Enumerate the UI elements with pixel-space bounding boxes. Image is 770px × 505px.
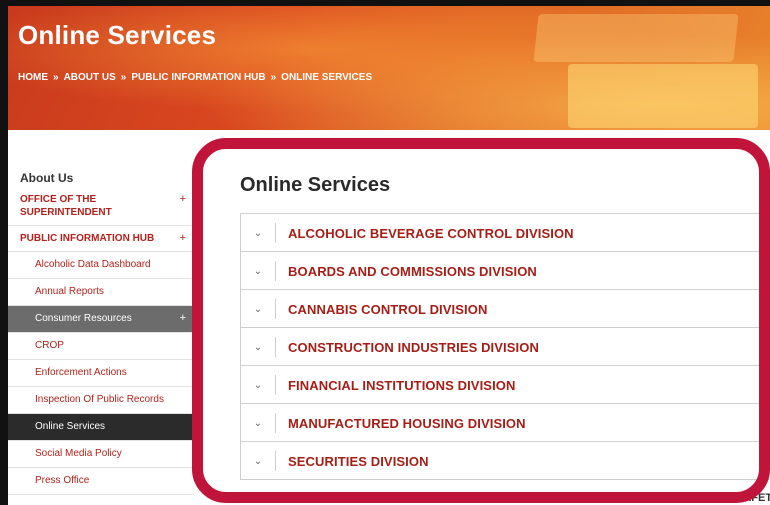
- chevron-down-icon[interactable]: ⌄: [241, 451, 276, 471]
- accordion-item-financial-institutions[interactable]: ⌄ FINANCIAL INSTITUTIONS DIVISION: [240, 366, 770, 404]
- sidebar-item-enforcement-actions[interactable]: Enforcement Actions: [8, 360, 194, 387]
- hero-decoration: [533, 14, 739, 62]
- division-accordion: ⌄ ALCOHOLIC BEVERAGE CONTROL DIVISION ⌄ …: [240, 213, 770, 480]
- breadcrumb-about-us[interactable]: ABOUT US: [64, 72, 116, 83]
- sidebar: About Us OFFICE OF THE SUPERINTENDENT + …: [8, 168, 194, 495]
- chevron-down-icon[interactable]: ⌄: [241, 375, 276, 395]
- sidebar-heading: About Us: [20, 171, 74, 185]
- accordion-item-label[interactable]: CONSTRUCTION INDUSTRIES DIVISION: [288, 340, 539, 355]
- page: Online Services HOME » ABOUT US » PUBLIC INF…: [8, 6, 770, 505]
- chevron-down-icon[interactable]: ⌄: [241, 337, 276, 357]
- hero-banner: Online Services HOME » ABOUT US » PUBLIC INF…: [8, 6, 770, 130]
- sidebar-item-public-information-hub[interactable]: PUBLIC INFORMATION HUB +: [8, 226, 194, 252]
- sidebar-item-annual-reports[interactable]: Annual Reports: [8, 279, 194, 306]
- sidebar-item-label: PUBLIC INFORMATION HUB: [20, 233, 155, 244]
- sidebar-item-alcoholic-data-dashboard[interactable]: Alcoholic Data Dashboard: [8, 252, 194, 279]
- accordion-item-manufactured-housing[interactable]: ⌄ MANUFACTURED HOUSING DIVISION: [240, 404, 770, 442]
- sidebar-item-crop[interactable]: CROP: [8, 333, 194, 360]
- chevron-down-icon[interactable]: ⌄: [241, 299, 276, 319]
- sidebar-item-office-of-the-superintendent[interactable]: OFFICE OF THE SUPERINTENDENT +: [8, 187, 194, 226]
- sidebar-item-label: OFFICE OF THE SUPERINTENDENT: [20, 194, 112, 218]
- expand-plus-icon[interactable]: +: [180, 193, 186, 206]
- hero-decoration: [568, 64, 758, 128]
- sidebar-item-label: Consumer Resources: [35, 313, 132, 324]
- accordion-item-construction-industries[interactable]: ⌄ CONSTRUCTION INDUSTRIES DIVISION: [240, 328, 770, 366]
- accordion-item-label[interactable]: SECURITIES DIVISION: [288, 454, 429, 469]
- breadcrumb-separator: »: [120, 72, 127, 83]
- breadcrumb-separator: »: [53, 72, 59, 83]
- screenshot-frame: Online Services HOME » ABOUT US » PUBLIC INF…: [0, 0, 770, 505]
- page-title: Online Services: [18, 20, 217, 50]
- accordion-item-securities[interactable]: ⌄ SECURITIES DIVISION: [240, 442, 770, 480]
- accordion-item-label[interactable]: ALCOHOLIC BEVERAGE CONTROL DIVISION: [288, 226, 574, 241]
- breadcrumb-public-information-hub[interactable]: PUBLIC INFORMATION HUB: [131, 72, 265, 83]
- sidebar-item-inspection-of-public-records[interactable]: Inspection Of Public Records: [8, 387, 194, 414]
- sidebar-item-online-services[interactable]: Online Services: [8, 414, 194, 441]
- accordion-item-boards-and-commissions[interactable]: ⌄ BOARDS AND COMMISSIONS DIVISION: [240, 252, 770, 290]
- accordion-item-label[interactable]: FINANCIAL INSTITUTIONS DIVISION: [288, 378, 515, 393]
- partial-heading: SAFET: [736, 492, 770, 504]
- chevron-down-icon[interactable]: ⌄: [241, 223, 276, 243]
- expand-plus-icon[interactable]: +: [180, 232, 186, 245]
- accordion-item-cannabis-control[interactable]: ⌄ CANNABIS CONTROL DIVISION: [240, 290, 770, 328]
- accordion-item-label[interactable]: MANUFACTURED HOUSING DIVISION: [288, 416, 526, 431]
- breadcrumb-online-services: ONLINE SERVICES: [281, 72, 373, 83]
- breadcrumb-separator: »: [270, 72, 277, 83]
- accordion-item-label[interactable]: CANNABIS CONTROL DIVISION: [288, 302, 487, 317]
- accordion-item-alcoholic-beverage-control[interactable]: ⌄ ALCOHOLIC BEVERAGE CONTROL DIVISION: [240, 214, 770, 252]
- accordion-item-label[interactable]: BOARDS AND COMMISSIONS DIVISION: [288, 264, 537, 279]
- breadcrumb: HOME » ABOUT US » PUBLIC INFORMATION HUB » ONL…: [18, 72, 372, 83]
- expand-plus-icon[interactable]: +: [180, 312, 186, 324]
- section-title: Online Services: [240, 174, 391, 196]
- chevron-down-icon[interactable]: ⌄: [241, 261, 276, 281]
- sidebar-item-social-media-policy[interactable]: Social Media Policy: [8, 441, 194, 468]
- chevron-down-icon[interactable]: ⌄: [241, 413, 276, 433]
- breadcrumb-home[interactable]: HOME: [18, 72, 48, 83]
- sidebar-item-consumer-resources[interactable]: Consumer Resources +: [8, 306, 194, 333]
- sidebar-item-press-office[interactable]: Press Office: [8, 468, 194, 495]
